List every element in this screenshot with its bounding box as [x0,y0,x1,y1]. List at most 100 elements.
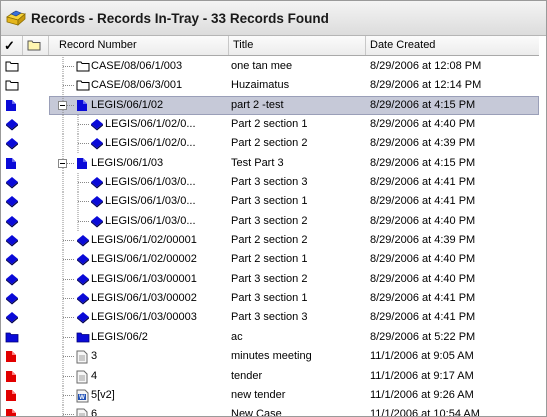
in-tray-icon [5,8,27,28]
record-title: tender [231,369,263,382]
blue-book-icon [90,118,104,131]
record-date-created: 11/1/2006 at 9:05 AM [370,350,474,363]
record-title: New Case [231,408,282,417]
record-number: CASE/08/06/3/001 [91,79,183,92]
record-title: Part 3 section 1 [231,292,308,305]
record-date-created: 8/29/2006 at 4:41 PM [370,176,476,189]
blue-book-icon [76,234,90,247]
record-date-created: 8/29/2006 at 4:15 PM [370,98,476,111]
tree-connector [62,405,75,416]
record-row[interactable]: LEGIS/06/1/03/0... Part 3 section 3 8/29/2… [1,173,546,193]
record-title: minutes meeting [231,350,312,363]
record-row[interactable]: LEGIS/06/1/03/00002 Part 3 section 1 8/29/… [1,289,546,309]
record-list: CASE/08/06/1/003 one tan mee 8/29/2006 at … [1,57,546,417]
collapse-toggle[interactable] [58,158,67,168]
record-number: 4 [91,369,98,382]
column-header-folder[interactable] [23,36,49,55]
blue-document-icon [76,157,88,170]
blue-book-icon [90,137,104,150]
record-row[interactable]: LEGIS/06/1/03/00001 Part 3 section 2 8/29/… [1,269,546,289]
record-row[interactable]: LEGIS/06/1/02 part 2 -test 8/29/2006 at 4:… [1,95,546,116]
column-header-checkmark[interactable]: ✓ [1,36,23,55]
record-title: Part 2 section 1 [231,253,308,266]
record-date-created: 8/29/2006 at 4:40 PM [370,253,476,266]
blue-book-icon [90,215,104,228]
record-number: LEGIS/06/1/02/00001 [91,234,197,247]
text-file-icon [76,370,88,384]
record-row[interactable]: CASE/08/06/3/001 Huzaimatus 8/29/2006 at 1… [1,76,546,96]
column-header-date-created[interactable]: Date Created [366,36,546,55]
record-row[interactable]: LEGIS/06/1/03/0... Part 3 section 2 8/29/2… [1,211,546,231]
record-number: 5[v2] [91,388,115,401]
right-edge [539,36,546,416]
record-number: LEGIS/06/1/02/0... [105,137,196,150]
record-row[interactable]: LEGIS/06/1/03/00003 Part 3 section 3 8/29/… [1,308,546,328]
record-date-created: 8/29/2006 at 12:14 PM [370,79,482,92]
record-date-created: 11/1/2006 at 10:54 AM [370,408,480,417]
record-row[interactable]: LEGIS/06/1/03 Test Part 3 8/29/2006 at 4:1… [1,153,546,173]
column-header-row: ✓ Record Number Title Date Created [1,36,546,56]
blue-book-icon [90,176,104,189]
record-title: Huzaimatus [231,79,290,92]
record-date-created: 8/29/2006 at 4:40 PM [370,272,476,285]
record-number: CASE/08/06/1/003 [91,60,183,72]
blue-book-icon [76,292,90,305]
record-date-created: 11/1/2006 at 9:26 AM [370,388,474,401]
blue-book-icon [76,311,90,324]
record-number: LEGIS/06/1/02/00002 [91,253,197,266]
record-title: Part 2 section 2 [231,234,308,247]
window-title-bar: Records - Records In-Tray - 33 Records F… [1,1,546,36]
record-date-created: 8/29/2006 at 4:40 PM [370,214,476,227]
checkmark-icon: ✓ [4,38,15,53]
folder-outline-icon [76,79,90,91]
folder-icon [27,39,41,51]
record-date-created: 8/29/2006 at 4:41 PM [370,311,476,324]
text-file-icon [76,350,88,364]
record-number: LEGIS/06/1/03/00002 [91,292,197,305]
blue-book-icon [90,195,104,208]
record-number: LEGIS/06/1/03/0... [105,214,196,227]
record-row[interactable]: 4 tender 11/1/2006 at 9:17 AM [1,366,546,386]
record-number: LEGIS/06/1/02/0... [105,118,196,131]
record-date-created: 8/29/2006 at 4:39 PM [370,234,476,247]
record-row[interactable]: LEGIS/06/1/02/00002 Part 2 section 1 8/29/… [1,250,546,270]
record-row[interactable]: W 5[v2] new tender 11/1/2006 at 9:26 AM [1,385,546,405]
svg-text:W: W [79,395,85,401]
record-row[interactable]: 3 minutes meeting 11/1/2006 at 9:05 AM [1,347,546,367]
record-title: Part 3 section 3 [231,311,308,324]
record-date-created: 8/29/2006 at 5:22 PM [370,330,476,343]
record-row[interactable]: 6 New Case 11/1/2006 at 10:54 AM [1,405,546,417]
record-row[interactable]: LEGIS/06/1/02/0... Part 2 section 2 8/29/2… [1,134,546,154]
record-number: LEGIS/06/1/03 [91,156,164,169]
record-row[interactable]: CASE/08/06/1/003 one tan mee 8/29/2006 at … [1,57,546,76]
record-title: Part 3 section 3 [231,176,308,189]
record-number: LEGIS/06/1/03/0... [105,195,196,208]
record-number: 6 [91,408,98,417]
record-title: Test Part 3 [231,156,284,169]
blue-book-icon [76,253,90,266]
record-date-created: 8/29/2006 at 4:41 PM [370,195,476,208]
collapse-toggle[interactable] [58,100,67,110]
record-date-created: 8/29/2006 at 4:15 PM [370,156,476,169]
record-title: Part 3 section 2 [231,214,308,227]
column-header-record-number[interactable]: Record Number [49,36,229,55]
window-title: Records - Records In-Tray - 33 Records F… [31,10,329,26]
word-file-icon: W [76,389,89,403]
record-number: LEGIS/06/1/03/0... [105,176,196,189]
record-row[interactable]: LEGIS/06/2 ac 8/29/2006 at 5:22 PM [1,327,546,347]
record-number: 3 [91,350,98,363]
record-row[interactable]: LEGIS/06/1/02/0... Part 2 section 1 8/29/2… [1,115,546,135]
records-window: Records - Records In-Tray - 33 Records F… [0,0,547,417]
record-number: LEGIS/06/2 [91,330,148,343]
record-date-created: 8/29/2006 at 4:39 PM [370,137,476,150]
record-row[interactable]: LEGIS/06/1/02/00001 Part 2 section 2 8/29/… [1,231,546,251]
column-header-title[interactable]: Title [229,36,366,55]
record-date-created: 8/29/2006 at 4:40 PM [370,118,476,131]
record-date-created: 8/29/2006 at 12:08 PM [370,60,482,72]
record-number: LEGIS/06/1/03/00001 [91,272,197,285]
tree-connector [62,366,75,386]
folder-outline-icon [76,60,90,72]
blue-folder-icon [76,331,90,343]
blue-book-icon [76,273,90,286]
record-row[interactable]: LEGIS/06/1/03/0... Part 3 section 1 8/29/2… [1,192,546,212]
